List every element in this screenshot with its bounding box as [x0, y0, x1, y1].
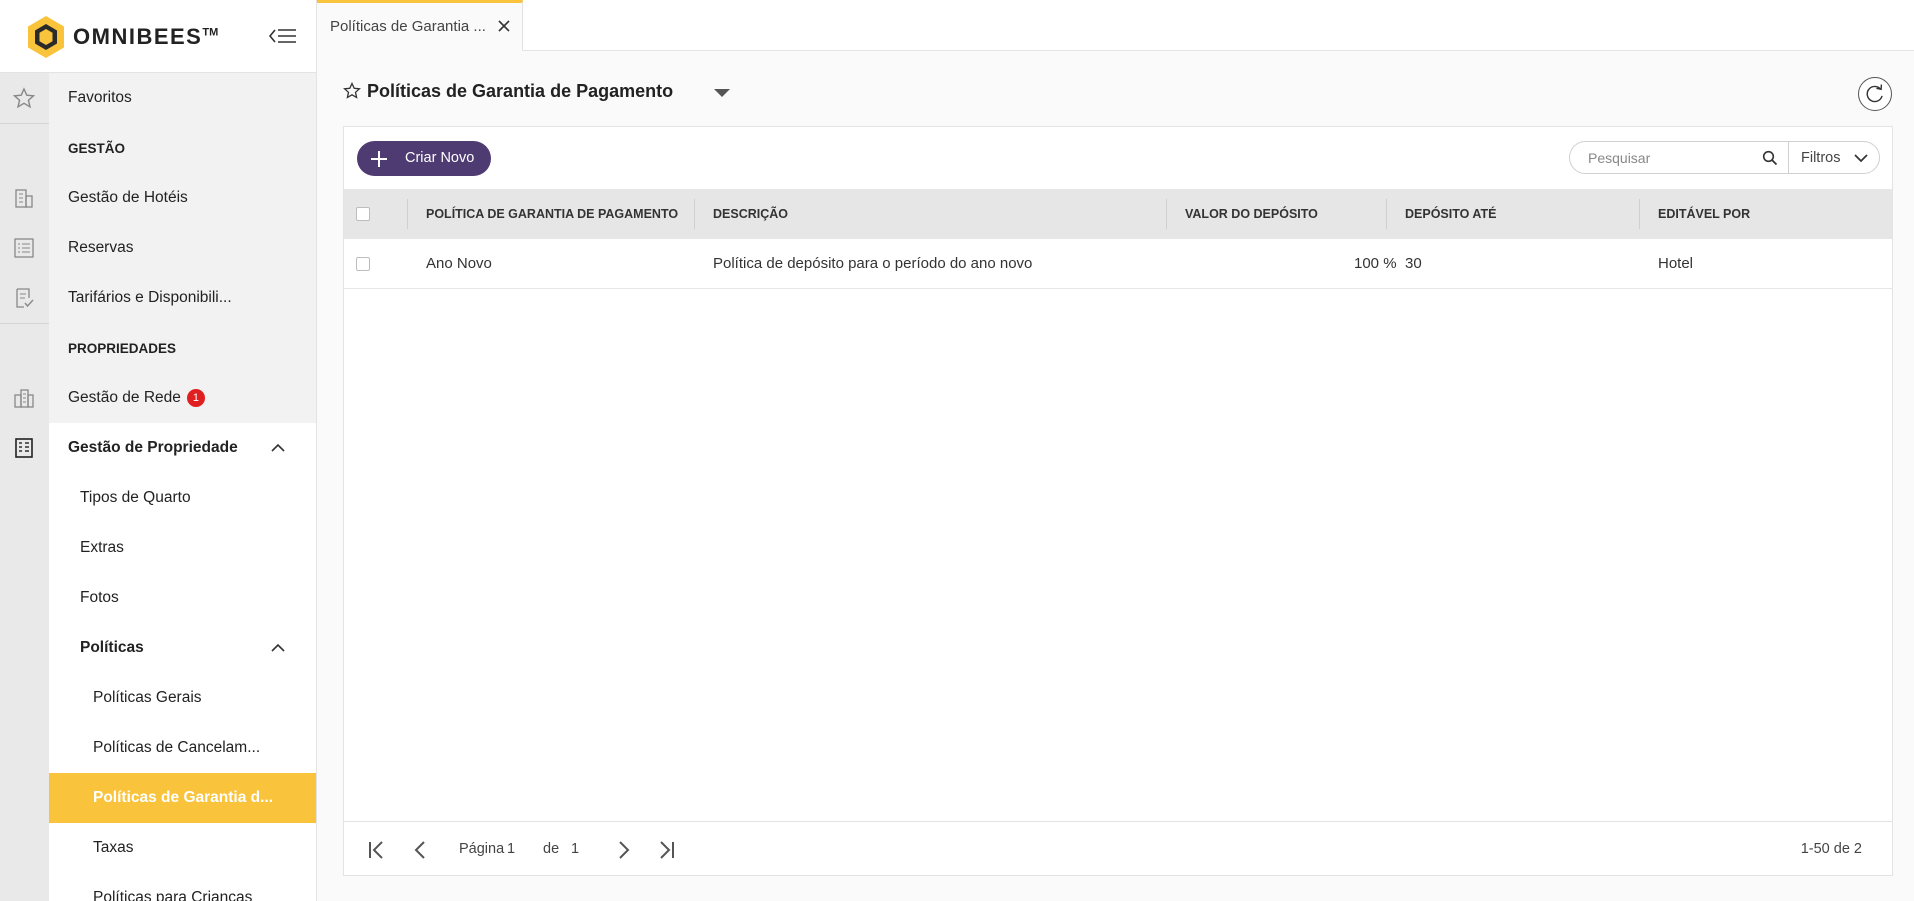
sidebar-item-label: Políticas de Garantia d...	[93, 789, 274, 806]
star-icon	[12, 87, 36, 109]
pagination: Página 1 de 1 1-50 de 2	[344, 821, 1892, 875]
sidebar-item-label: Gestão de Hotéis	[68, 189, 188, 206]
tab-label: Políticas de Garantia ...	[330, 18, 486, 35]
last-page-icon[interactable]	[655, 839, 677, 861]
sidebar-item-label: Taxas	[93, 839, 134, 856]
create-new-label: Criar Novo	[405, 150, 475, 166]
sidebar-item-gestao-hoteis[interactable]: Gestão de Hotéis	[0, 173, 316, 223]
omnibees-logo-icon	[28, 16, 64, 58]
search-input[interactable]	[1588, 148, 1748, 168]
create-new-button[interactable]: Criar Novo	[357, 141, 491, 176]
section-label: PROPRIEDADES	[68, 341, 177, 356]
document-check-icon	[16, 288, 34, 308]
sidebar-item-politicas-garantia[interactable]: Políticas de Garantia d...	[49, 773, 316, 823]
sidebar-item-favoritos[interactable]: Favoritos	[0, 73, 316, 123]
caret-down-icon[interactable]	[713, 88, 731, 98]
current-page[interactable]: 1	[507, 841, 515, 857]
sidebar-item-label: Políticas de Cancelam...	[93, 739, 261, 756]
close-icon[interactable]	[497, 19, 511, 33]
logo-row: OMNIBEESTM	[0, 0, 316, 73]
sidebar: OMNIBEESTM Favoritos GESTÃO Gestão de Ho…	[0, 0, 317, 901]
first-page-icon[interactable]	[366, 839, 388, 861]
previous-page-icon[interactable]	[410, 839, 432, 861]
sidebar-item-label: Favoritos	[68, 89, 132, 106]
select-all-checkbox[interactable]	[356, 207, 370, 221]
favorite-star-icon[interactable]	[343, 82, 361, 100]
chevron-up-icon	[271, 443, 285, 452]
sidebar-item-fotos[interactable]: Fotos	[0, 573, 316, 623]
tab-bar: Políticas de Garantia ...	[317, 0, 1914, 51]
sidebar-item-reservas[interactable]: Reservas	[0, 223, 316, 273]
total-pages: 1	[571, 841, 580, 857]
collapse-menu-icon[interactable]	[268, 24, 298, 48]
sidebar-item-label: Gestão de Propriedade	[68, 439, 238, 456]
chevron-up-icon	[271, 643, 285, 652]
row-checkbox[interactable]	[356, 257, 370, 271]
cell-deposit-until: 30	[1405, 255, 1422, 272]
sidebar-item-label: Gestão de Rede 1	[68, 389, 205, 407]
search-icon[interactable]	[1762, 150, 1778, 166]
sidebar-item-tarifarios[interactable]: Tarifários e Disponibili...	[0, 273, 316, 323]
sidebar-item-extras[interactable]: Extras	[0, 523, 316, 573]
of-label: de	[543, 841, 560, 857]
main-content: Políticas de Garantia ... Políticas de G…	[317, 0, 1914, 901]
sidebar-item-tipos-quarto[interactable]: Tipos de Quarto	[0, 473, 316, 523]
cell-description: Política de depósito para o período do a…	[713, 255, 1033, 272]
brand-name: OMNIBEESTM	[73, 24, 219, 49]
column-header[interactable]: DEPÓSITO ATÉ	[1405, 189, 1496, 239]
content-panel: Criar Novo Filtros POLÍTICA DE GARANTIA …	[343, 126, 1893, 876]
sidebar-item-taxas[interactable]: Taxas	[0, 823, 316, 873]
cell-editable-by: Hotel	[1658, 255, 1694, 272]
sidebar-item-label: Políticas Gerais	[93, 689, 202, 706]
sidebar-item-label: Reservas	[68, 239, 134, 256]
sidebar-item-label: Tipos de Quarto	[80, 489, 191, 506]
sidebar-section-gestao: GESTÃO	[0, 123, 316, 173]
sidebar-item-label: Políticas para Crianças	[93, 889, 253, 901]
page-label: Página	[459, 841, 505, 857]
page-title: Políticas de Garantia de Pagamento	[367, 81, 674, 101]
sidebar-item-politicas-gerais[interactable]: Políticas Gerais	[0, 673, 316, 723]
filters-label: Filtros	[1801, 150, 1841, 166]
sidebar-item-politicas[interactable]: Políticas	[0, 623, 316, 673]
column-header[interactable]: DESCRIÇÃO	[713, 189, 788, 239]
sidebar-item-label: Tarifários e Disponibili...	[68, 289, 232, 306]
sidebar-item-label: Extras	[80, 539, 124, 556]
list-icon	[14, 238, 34, 258]
column-header[interactable]: POLÍTICA DE GARANTIA DE PAGAMENTO	[426, 189, 678, 239]
next-page-icon[interactable]	[612, 839, 634, 861]
chevron-down-icon	[1854, 154, 1868, 163]
tab-politicas-garantia[interactable]: Políticas de Garantia ...	[317, 0, 523, 51]
property-icon	[15, 438, 33, 458]
building-icon	[15, 189, 33, 208]
column-header[interactable]: EDITÁVEL POR	[1658, 189, 1750, 239]
column-header[interactable]: VALOR DO DEPÓSITO	[1185, 189, 1318, 239]
refresh-icon[interactable]	[1858, 77, 1892, 111]
buildings-icon	[14, 389, 34, 408]
sidebar-item-label: Fotos	[80, 589, 119, 606]
sidebar-item-gestao-rede[interactable]: Gestão de Rede 1	[0, 373, 316, 423]
sidebar-section-propriedades: PROPRIEDADES	[0, 323, 316, 373]
notification-badge: 1	[186, 389, 205, 407]
cell-deposit-value: 100 %	[1354, 255, 1397, 272]
table-header: POLÍTICA DE GARANTIA DE PAGAMENTO DESCRI…	[344, 189, 1892, 239]
section-label: GESTÃO	[68, 141, 126, 156]
search-box	[1569, 141, 1789, 174]
cell-policy-name: Ano Novo	[426, 255, 492, 272]
sidebar-item-politicas-criancas[interactable]: Políticas para Crianças	[0, 873, 316, 901]
filters-dropdown[interactable]: Filtros	[1788, 141, 1880, 174]
record-count: 1-50 de 2	[1800, 841, 1862, 857]
table-row[interactable]: Ano Novo Política de depósito para o per…	[344, 239, 1892, 289]
plus-icon	[371, 151, 387, 167]
sidebar-item-politicas-cancelamento[interactable]: Políticas de Cancelam...	[0, 723, 316, 773]
sidebar-item-label: Políticas	[80, 639, 144, 656]
sidebar-item-gestao-propriedade[interactable]: Gestão de Propriedade	[0, 423, 316, 473]
